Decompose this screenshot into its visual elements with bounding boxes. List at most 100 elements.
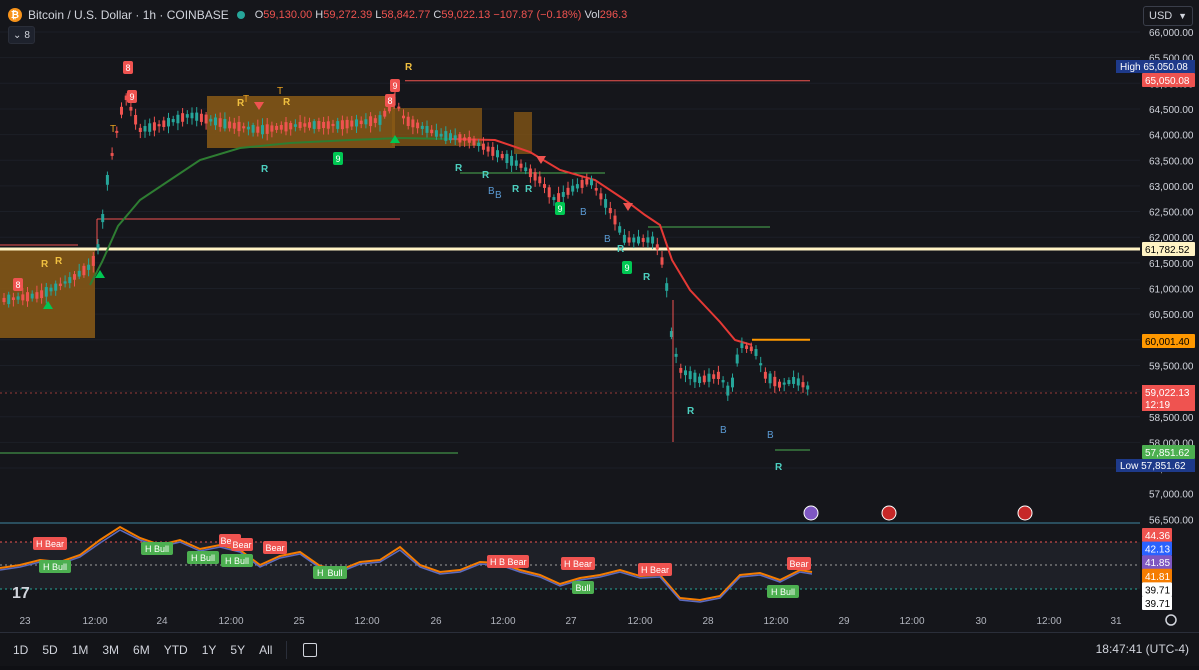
- calendar-icon[interactable]: [303, 642, 318, 657]
- low-price-label-text: Low 57,851.62: [1120, 461, 1186, 472]
- rsi-reversal-label: R: [283, 97, 291, 108]
- price-axis-tick: 62,500.00: [1149, 208, 1194, 219]
- candle: [181, 113, 185, 122]
- symbol-header: ₿ Bitcoin / U.S. Dollar · 1h · COINBASE …: [0, 0, 1135, 30]
- oscillator-value-tag: 41.85: [1142, 555, 1172, 570]
- candle: [167, 117, 170, 127]
- currency-select[interactable]: USD ▼: [1143, 6, 1193, 26]
- candle: [68, 277, 72, 284]
- candle: [510, 155, 514, 166]
- candle: [684, 370, 687, 376]
- indicators-toggle-button[interactable]: ⌄ 8: [8, 26, 35, 44]
- symbol-info[interactable]: ₿ Bitcoin / U.S. Dollar · 1h · COINBASE: [8, 8, 229, 22]
- rsi-reversal-label: R: [617, 244, 625, 255]
- divergence-badge: Bear: [505, 555, 529, 568]
- divergence-badge-text: Bear: [789, 559, 808, 569]
- oscillator-value-tag-text: 41.85: [1145, 558, 1170, 569]
- candle: [669, 331, 673, 337]
- td-count-8-badge: 8: [385, 94, 395, 107]
- candle: [303, 123, 307, 127]
- bitcoin-icon: ₿: [8, 8, 22, 22]
- buy-label: B: [488, 186, 495, 197]
- candle: [646, 237, 650, 243]
- symbol-title[interactable]: Bitcoin / U.S. Dollar · 1h · COINBASE: [28, 8, 229, 22]
- candle: [524, 167, 528, 172]
- oscillator-value-tag-text: 39.71: [1145, 585, 1170, 596]
- divergence-badge-text: Bull: [327, 568, 342, 578]
- td-count-9-badge: 9: [622, 261, 632, 274]
- candle: [326, 121, 330, 129]
- candle: [350, 120, 354, 127]
- key-level-price-tag: 61,782.52: [1142, 242, 1195, 256]
- divergence-badge-text: Bear: [507, 557, 526, 567]
- oscillator-value-tag-text: 41.81: [1145, 572, 1170, 583]
- buy-label: B: [495, 190, 502, 201]
- time-axis-label: 25: [293, 616, 305, 627]
- candle: [204, 114, 208, 124]
- timeframe-1d[interactable]: 1D: [13, 643, 28, 657]
- ohlc-readout: O59,130.00 H59,272.39 L58,842.77 C59,022…: [255, 9, 628, 21]
- volume-value: 296.3: [599, 9, 628, 21]
- trend-label: T: [277, 86, 283, 97]
- resistance-price-tag-text: 60,001.40: [1145, 337, 1190, 348]
- divergence-badge: Bull: [572, 581, 594, 594]
- timeframe-all[interactable]: All: [259, 643, 272, 657]
- buy-label: B: [604, 234, 611, 245]
- candle: [91, 255, 95, 266]
- timeframe-3m[interactable]: 3M: [102, 643, 119, 657]
- rsi-reversal-label: R: [55, 256, 63, 267]
- time-axis-label: 27: [565, 616, 577, 627]
- candle: [265, 124, 269, 134]
- timeframe-ytd[interactable]: YTD: [164, 643, 188, 657]
- change-value: −107.87 (−0.18%): [493, 9, 582, 21]
- candle: [557, 193, 561, 203]
- time-axis-label: 12:00: [354, 616, 379, 627]
- candle: [214, 117, 217, 126]
- candle: [317, 121, 321, 129]
- timeframe-1m[interactable]: 1M: [72, 643, 89, 657]
- rsi-reversal-label: R: [455, 163, 463, 174]
- td-count-9-badge-text: 9: [392, 81, 397, 91]
- candle: [590, 179, 593, 186]
- low-price-label: Low 57,851.62: [1116, 459, 1195, 472]
- timeframe-5y[interactable]: 5Y: [230, 643, 245, 657]
- candle: [693, 372, 697, 383]
- candle: [712, 374, 716, 379]
- rsi-reversal-label: R: [775, 462, 783, 473]
- rsi-reversal-label: R: [41, 259, 49, 270]
- timeframe-1y[interactable]: 1Y: [202, 643, 217, 657]
- toolbar-divider: [286, 640, 288, 659]
- candle-countdown: 12:19: [1145, 400, 1170, 411]
- candle: [364, 119, 368, 125]
- divergence-badge-text: Bull: [575, 583, 590, 593]
- candle: [655, 244, 659, 250]
- divergence-badge-text: H Bear: [36, 539, 64, 549]
- oscillator-value-tag: 42.13: [1142, 541, 1172, 556]
- last-price-value: 59,022.13: [1145, 388, 1190, 399]
- candle: [575, 184, 579, 189]
- price-axis-tick: 60,500.00: [1149, 310, 1194, 321]
- timeframe-5d[interactable]: 5D: [42, 643, 57, 657]
- rsi-reversal-label: R: [643, 272, 651, 283]
- high-value: 59,272.39: [323, 9, 373, 21]
- td-count-8-badge-text: 8: [15, 280, 20, 290]
- time-axis-label: 12:00: [490, 616, 515, 627]
- candle: [491, 146, 495, 156]
- time-axis-label: 12:00: [1036, 616, 1061, 627]
- candle: [613, 215, 617, 225]
- td-count-8-badge: 8: [13, 278, 23, 291]
- candle: [514, 160, 518, 166]
- price-chart-svg[interactable]: 889 89999R RR RRTTTR RRR RRRRRB BBBB BH BearH B…: [0, 0, 1199, 665]
- td-count-9-badge: 9: [390, 79, 400, 92]
- candle: [801, 382, 805, 388]
- tradingview-logo: 17: [12, 585, 30, 602]
- candle: [223, 119, 227, 129]
- high-line-price-tag-text: 65,050.08: [1145, 76, 1190, 87]
- timeframe-6m[interactable]: 6M: [133, 643, 150, 657]
- volume-label: Vol: [584, 9, 600, 21]
- candle: [618, 226, 622, 233]
- candle: [195, 112, 199, 121]
- chart-area[interactable]: 88989999RRRRRTTTRRRRRRRRRBBBBBBH Bear H B…: [0, 0, 1199, 665]
- candle: [7, 294, 11, 305]
- clock-readout[interactable]: 18:47:41 (UTC-4): [1096, 642, 1189, 656]
